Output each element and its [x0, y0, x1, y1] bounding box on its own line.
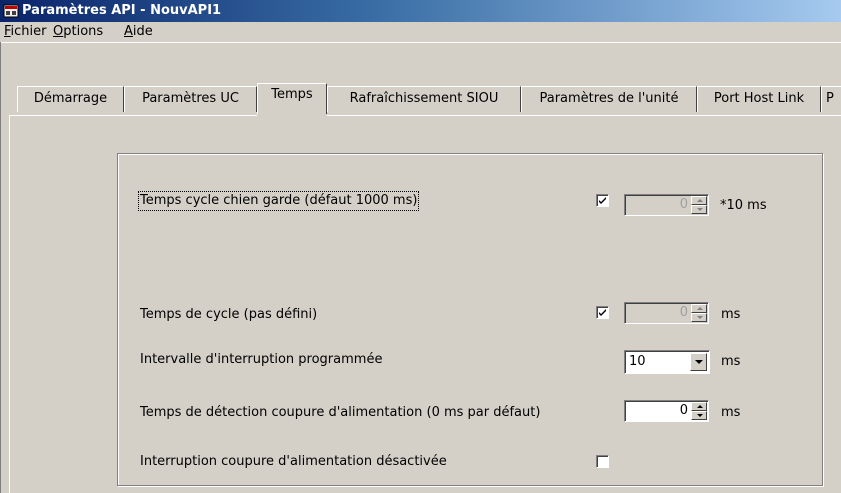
- check-icon: [599, 309, 606, 316]
- scheduled-interrupt-dropdown[interactable]: 10: [624, 350, 710, 374]
- power-off-detection-decrement-button[interactable]: [691, 411, 707, 420]
- watchdog-spinbox[interactable]: 0: [624, 194, 709, 216]
- title-bar[interactable]: Paramètres API - NouvAPI1: [0, 0, 841, 22]
- menu-options[interactable]: Options: [53, 24, 103, 40]
- chevron-down-icon: [695, 360, 703, 364]
- menu-fichier-label: ichier: [10, 24, 47, 39]
- watchdog-value: 0: [679, 197, 688, 212]
- window-border: [0, 42, 1, 493]
- tab-label: Démarrage: [33, 91, 108, 106]
- tab-label: Paramètres UC: [142, 91, 239, 106]
- menu-aide-accel: A: [124, 24, 133, 39]
- cycle-time-decrement-button[interactable]: [691, 313, 707, 322]
- cycle-time-value: 0: [679, 305, 688, 320]
- tab-overflow[interactable]: P: [821, 86, 841, 112]
- arrow-up-icon: [697, 405, 703, 408]
- arrow-down-icon: [697, 414, 703, 417]
- window-title: Paramètres API - NouvAPI1: [22, 3, 222, 18]
- watchdog-decrement-button[interactable]: [691, 205, 707, 214]
- power-off-detection-value: 0: [679, 403, 688, 418]
- tab-label: Rafraîchissement SIOU: [349, 91, 499, 106]
- cycle-time-label: Temps de cycle (pas défini): [140, 307, 318, 322]
- tab-label: Port Host Link: [713, 91, 805, 106]
- power-off-detection-increment-button[interactable]: [691, 402, 707, 411]
- menu-options-label: ptions: [63, 24, 104, 39]
- watchdog-increment-button[interactable]: [691, 196, 707, 205]
- tab-parametres-unite[interactable]: Paramètres de l'unité: [521, 86, 697, 112]
- tab-port-host-link[interactable]: Port Host Link: [697, 86, 821, 112]
- watchdog-checkbox[interactable]: [596, 194, 609, 207]
- cycle-time-spinbox[interactable]: 0: [624, 302, 709, 324]
- tab-label: Temps: [271, 87, 313, 102]
- cycle-time-increment-button[interactable]: [691, 304, 707, 313]
- menu-bar: Fichier Options Aide: [0, 22, 841, 43]
- power-off-detection-label: Temps de détection coupure d'alimentatio…: [140, 405, 541, 420]
- tab-temps[interactable]: Temps: [257, 83, 327, 114]
- menu-aide[interactable]: Aide: [124, 24, 153, 40]
- arrow-up-icon: [697, 307, 703, 310]
- power-off-interrupt-label: Interruption coupure d'alimentation désa…: [140, 454, 447, 469]
- arrow-down-icon: [697, 316, 703, 319]
- menu-options-accel: O: [53, 24, 64, 39]
- tab-label: P: [826, 91, 834, 106]
- menu-fichier[interactable]: Fichier: [4, 24, 47, 40]
- scheduled-interrupt-unit: ms: [721, 354, 741, 369]
- tab-panel-top-border: [9, 115, 257, 116]
- tab-label: Paramètres de l'unité: [539, 91, 679, 106]
- watchdog-unit: *10 ms: [720, 198, 767, 213]
- cycle-time-checkbox[interactable]: [596, 306, 609, 319]
- cycle-time-unit: ms: [721, 307, 741, 322]
- watchdog-label: Temps cycle chien garde (défaut 1000 ms): [137, 191, 420, 211]
- scheduled-interrupt-label: Intervalle d'interruption programmée: [140, 352, 383, 367]
- arrow-up-icon: [697, 199, 703, 202]
- menu-aide-label: ide: [132, 24, 153, 39]
- scheduled-interrupt-value: 10: [629, 354, 646, 369]
- plc-settings-icon: [3, 3, 19, 19]
- tab-panel-top-border: [327, 115, 841, 116]
- power-off-detection-unit: ms: [721, 405, 741, 420]
- tab-demarrage[interactable]: Démarrage: [17, 86, 124, 112]
- arrow-down-icon: [697, 208, 703, 211]
- check-icon: [599, 197, 606, 204]
- tab-parametres-uc[interactable]: Paramètres UC: [124, 86, 257, 112]
- tab-rafraichissement-siou[interactable]: Rafraîchissement SIOU: [327, 86, 521, 112]
- power-off-detection-spinbox[interactable]: 0: [624, 400, 709, 422]
- power-off-interrupt-checkbox[interactable]: [596, 455, 609, 468]
- dropdown-button[interactable]: [690, 353, 707, 371]
